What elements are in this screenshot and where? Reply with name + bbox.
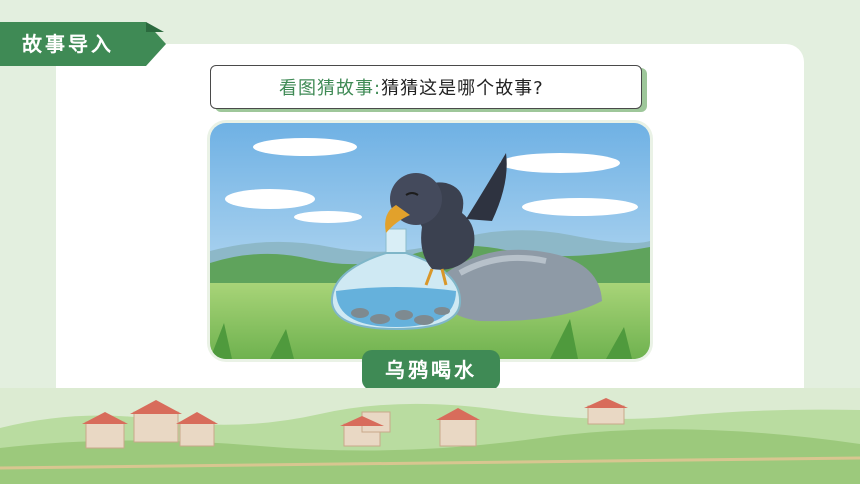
- story-title-badge: 乌鸦喝水: [362, 350, 500, 390]
- question-box: 看图猜故事: 猜猜这是哪个故事?: [210, 65, 642, 109]
- question-text: 猜猜这是哪个故事?: [381, 78, 544, 99]
- crow-illustration-svg: [210, 123, 650, 359]
- section-tag-label: 故事导入: [22, 32, 114, 56]
- village-landscape-decoration: [0, 388, 860, 484]
- section-tag-fold: [146, 22, 164, 32]
- story-illustration: [210, 123, 650, 359]
- question-label: 看图猜故事:: [279, 78, 382, 99]
